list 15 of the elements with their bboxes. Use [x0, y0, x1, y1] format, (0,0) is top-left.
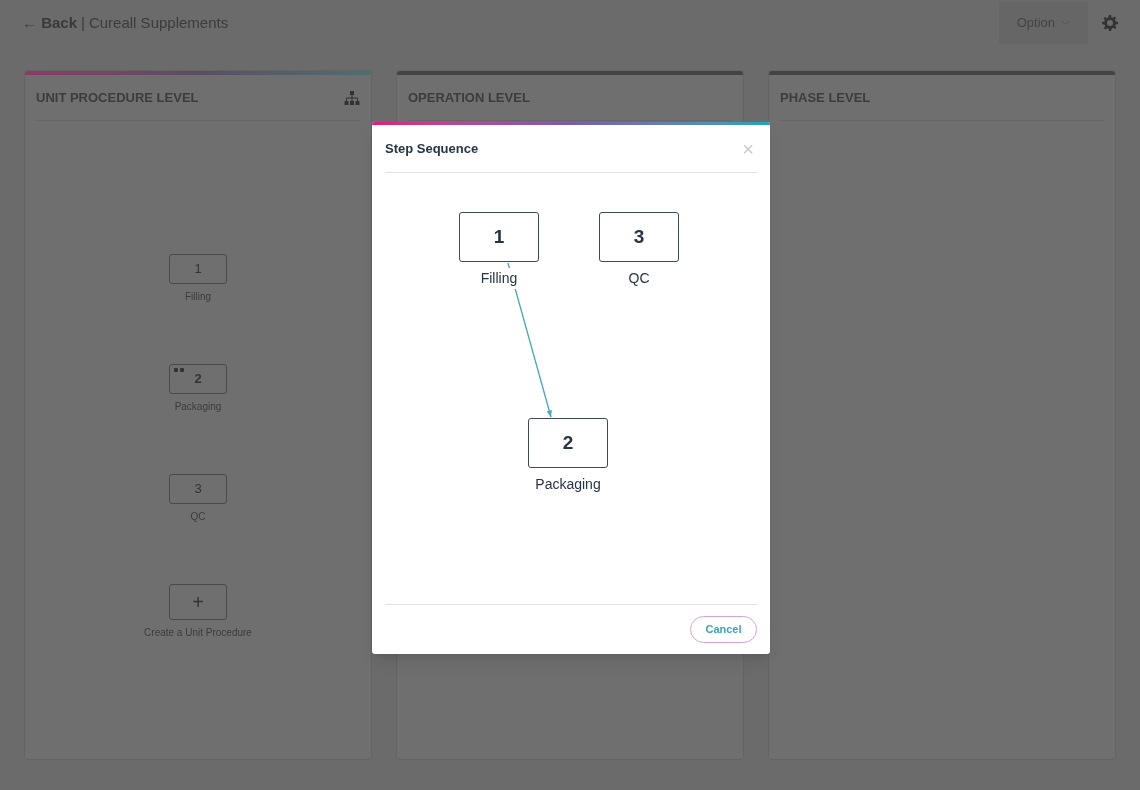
settings-icon[interactable]: [1102, 15, 1118, 31]
unit-procedure-tile[interactable]: 2: [169, 364, 227, 394]
close-button[interactable]: ×: [742, 138, 754, 159]
dots-icon: [174, 368, 184, 372]
unit-procedure-tile[interactable]: 3: [169, 474, 227, 504]
step-node[interactable]: 3: [599, 212, 679, 262]
dialog-title: Step Sequence: [385, 139, 479, 158]
step-node[interactable]: 2: [528, 418, 608, 468]
add-button[interactable]: +: [169, 584, 227, 620]
hierarchy-icon[interactable]: [344, 90, 360, 105]
cancel-button[interactable]: Cancel: [690, 616, 757, 643]
separator: |: [81, 12, 85, 33]
step-node[interactable]: 1: [459, 212, 539, 262]
unit-procedure-tile[interactable]: 1: [169, 254, 227, 284]
step-label: Filling: [479, 268, 519, 289]
